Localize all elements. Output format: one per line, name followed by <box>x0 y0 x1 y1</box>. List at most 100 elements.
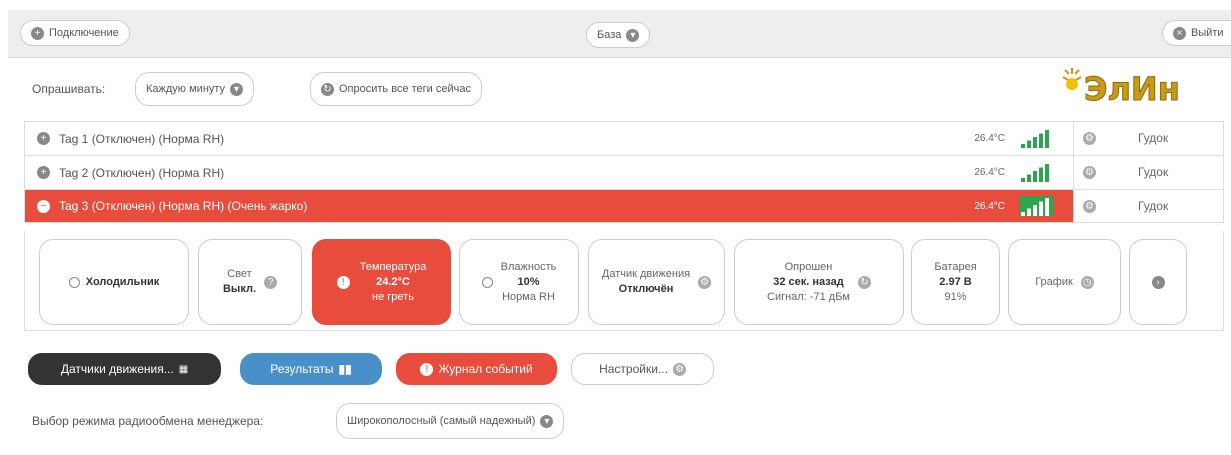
logout-label: Выйти <box>1191 27 1224 39</box>
tag-temperature: 26.4°C <box>974 167 1005 178</box>
battery-card[interactable]: Батарея 2.97 В 91% <box>911 239 1000 325</box>
polled-value: 32 сек. назад <box>773 275 844 288</box>
tag-name: Tag 1 (Отключен) (Норма RH) <box>59 131 225 146</box>
signal-bar <box>1033 171 1037 182</box>
bar-chart-icon: ▮▮ <box>338 362 352 376</box>
plus-icon[interactable]: + <box>37 132 50 145</box>
tag-row-main[interactable]: − Tag 3 (Отключен) (Норма RH) (Очень жар… <box>25 190 1073 222</box>
logout-button[interactable]: × Выйти <box>1162 20 1231 46</box>
signal-bar <box>1045 164 1049 182</box>
tag-temperature: 26.4°C <box>974 200 1005 212</box>
polled-label: Опрошен <box>784 260 833 273</box>
tag-row[interactable]: + Tag 2 (Отключен) (Норма RH) 26.4°C ⚙ Г… <box>24 155 1224 189</box>
warning-icon: ! <box>420 362 434 376</box>
chart-label: График <box>1035 275 1073 288</box>
tag-row[interactable]: + Tag 1 (Отключен) (Норма RH) 26.4°C ⚙ Г… <box>24 121 1224 155</box>
polled-card[interactable]: Опрошен 32 сек. назад Сигнал: -71 дБм ↻ <box>734 239 904 325</box>
signal-bar <box>1045 130 1049 148</box>
more-button[interactable]: › <box>1129 239 1187 325</box>
humidity-card[interactable]: Влажность 10% Норма RH <box>459 239 579 325</box>
motion-sensor-card[interactable]: Датчик движения Отключён ⚙ <box>588 239 725 325</box>
fridge-label: Холодильник <box>85 275 160 288</box>
beep-button[interactable]: Гудок <box>1138 131 1168 145</box>
temperature-state: не греть <box>372 290 414 303</box>
tag-temperature: 26.4°C <box>974 133 1005 144</box>
signal-icon <box>1021 164 1049 182</box>
poll-interval-select[interactable]: Каждую минуту ▾ <box>135 72 255 106</box>
signal-bar <box>1027 140 1031 148</box>
results-button[interactable]: Результаты ▮▮ <box>240 353 382 385</box>
radio-mode-select[interactable]: Широкополосный (самый надежный) ▾ <box>336 403 565 439</box>
question-icon: ? <box>264 275 278 289</box>
gear-icon[interactable]: ⚙ <box>1083 166 1096 179</box>
signal-icon <box>1021 130 1049 148</box>
tag-name-card[interactable]: Холодильник <box>39 239 189 325</box>
base-button[interactable]: База ▾ <box>586 22 651 48</box>
tag-name: Tag 2 (Отключен) (Норма RH) <box>59 165 225 180</box>
base-label: База <box>597 29 622 41</box>
settings-label: Настройки... <box>599 362 668 376</box>
signal-bar <box>1027 174 1031 182</box>
signal-bar <box>1027 208 1031 216</box>
event-log-button[interactable]: ! Журнал событий <box>396 353 557 385</box>
tag-list: + Tag 1 (Отключен) (Норма RH) 26.4°C ⚙ Г… <box>24 121 1224 223</box>
top-bar: + Подключение База ▾ × Выйти <box>8 10 1231 58</box>
results-label: Результаты <box>270 362 334 376</box>
signal-bar <box>1033 205 1037 216</box>
signal-bar <box>1033 137 1037 148</box>
light-card[interactable]: Свет Выкл. ? <box>198 239 302 325</box>
tag-detail-panel: Холодильник Свет Выкл. ? ! Температура 2… <box>24 231 1224 331</box>
humidity-state: Норма RH <box>502 290 555 303</box>
chevron-down-icon: ▾ <box>626 28 640 42</box>
minus-icon[interactable]: − <box>37 199 50 213</box>
gear-icon[interactable]: ⚙ <box>1083 132 1096 145</box>
clock-icon: ◷ <box>1080 275 1094 289</box>
tag-row-main[interactable]: + Tag 2 (Отключен) (Норма RH) 26.4°C <box>25 156 1073 189</box>
gear-icon: ⚙ <box>672 362 686 376</box>
poll-label: Опрашивать: <box>32 82 106 96</box>
humidity-value: 10% <box>517 275 540 288</box>
gear-icon[interactable]: ⚙ <box>1083 200 1096 213</box>
event-log-label: Журнал событий <box>438 362 533 376</box>
light-label: Свет <box>227 268 252 280</box>
battery-percent: 91% <box>944 290 967 303</box>
light-value: Выкл. <box>222 283 257 295</box>
gear-icon: ⚙ <box>698 275 712 289</box>
motion-sensors-label: Датчики движения... <box>60 362 174 376</box>
svg-text:ЭлИн: ЭлИн <box>1084 70 1180 108</box>
chevron-right-icon: › <box>1151 275 1165 289</box>
connect-button[interactable]: + Подключение <box>20 20 130 46</box>
temperature-card[interactable]: ! Температура 24.2°C не греть <box>312 239 451 325</box>
radio-circle-icon <box>68 276 80 288</box>
elin-logo: ЭлИн <box>1062 68 1180 108</box>
signal-bar <box>1021 212 1025 216</box>
tag-row-main[interactable]: + Tag 1 (Отключен) (Норма RH) 26.4°C <box>25 122 1073 155</box>
radio-mode-label: Выбор режима радиообмена менеджера: <box>32 414 264 428</box>
tag-row-selected[interactable]: − Tag 3 (Отключен) (Норма RH) (Очень жар… <box>24 189 1224 223</box>
beep-button[interactable]: Гудок <box>1138 199 1168 213</box>
beep-button[interactable]: Гудок <box>1138 165 1168 179</box>
humidity-label: Влажность <box>500 260 557 273</box>
signal-bar <box>1039 201 1043 216</box>
motion-value: Отключён <box>618 283 674 295</box>
connect-label: Подключение <box>49 27 119 39</box>
chart-button[interactable]: График ◷ <box>1008 239 1121 325</box>
plus-icon[interactable]: + <box>37 166 50 179</box>
grid-icon: ▦ <box>178 363 189 375</box>
poll-all-button[interactable]: ↻ Опросить все теги сейчас <box>310 72 482 106</box>
signal-strength: Сигнал: -71 дБм <box>767 290 850 303</box>
motion-label: Датчик движения <box>601 268 691 280</box>
plus-icon: + <box>31 26 44 40</box>
signal-icon <box>1019 196 1053 216</box>
temperature-value: 24.2°C <box>376 275 410 288</box>
divider <box>1073 190 1074 222</box>
motion-sensors-button[interactable]: Датчики движения... ▦ <box>28 353 221 385</box>
alert-icon: ! <box>336 275 350 289</box>
humidity-icon <box>481 276 493 288</box>
signal-bar <box>1039 167 1043 182</box>
chevron-down-icon: ▾ <box>230 82 244 96</box>
poll-interval-value: Каждую минуту <box>146 83 226 95</box>
refresh-icon: ↻ <box>321 82 334 96</box>
settings-button[interactable]: Настройки... ⚙ <box>571 353 714 385</box>
divider <box>1073 122 1074 155</box>
